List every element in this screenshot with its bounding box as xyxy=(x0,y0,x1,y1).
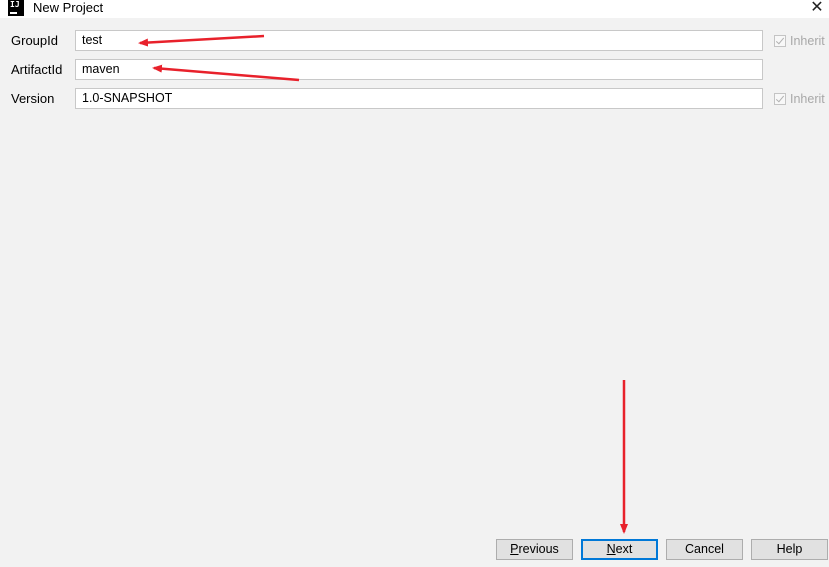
artifactid-label: ArtifactId xyxy=(11,62,63,77)
groupid-input[interactable]: test xyxy=(75,30,763,51)
previous-label: revious xyxy=(518,542,559,556)
next-label: ext xyxy=(615,542,633,556)
title-bar: IJ New Project ✕ xyxy=(0,0,829,18)
app-icon-text: IJ xyxy=(10,0,20,9)
version-inherit-label: Inherit xyxy=(790,92,825,106)
cancel-button[interactable]: Cancel xyxy=(666,539,743,560)
intellij-idea-icon: IJ xyxy=(8,0,24,16)
close-icon[interactable]: ✕ xyxy=(809,0,825,15)
new-project-dialog: IJ New Project ✕ GroupId test Inherit Ar… xyxy=(0,0,829,567)
annotation-arrows xyxy=(138,34,628,534)
next-button[interactable]: Next xyxy=(581,539,658,560)
version-label: Version xyxy=(11,91,55,106)
groupid-label: GroupId xyxy=(11,33,58,48)
window-title: New Project xyxy=(33,0,104,15)
previous-mnemonic: P xyxy=(510,542,519,556)
groupid-inherit-checkbox[interactable]: Inherit xyxy=(774,33,825,49)
artifactid-input[interactable]: maven xyxy=(75,59,763,80)
version-inherit-checkbox[interactable]: Inherit xyxy=(774,91,825,107)
next-mnemonic: N xyxy=(606,542,616,556)
help-button[interactable]: Help xyxy=(751,539,828,560)
groupid-inherit-label: Inherit xyxy=(790,34,825,48)
checkbox-checked-icon xyxy=(774,93,786,105)
version-input[interactable]: 1.0-SNAPSHOT xyxy=(75,88,763,109)
previous-button[interactable]: Previous xyxy=(496,539,573,560)
checkbox-checked-icon xyxy=(774,35,786,47)
